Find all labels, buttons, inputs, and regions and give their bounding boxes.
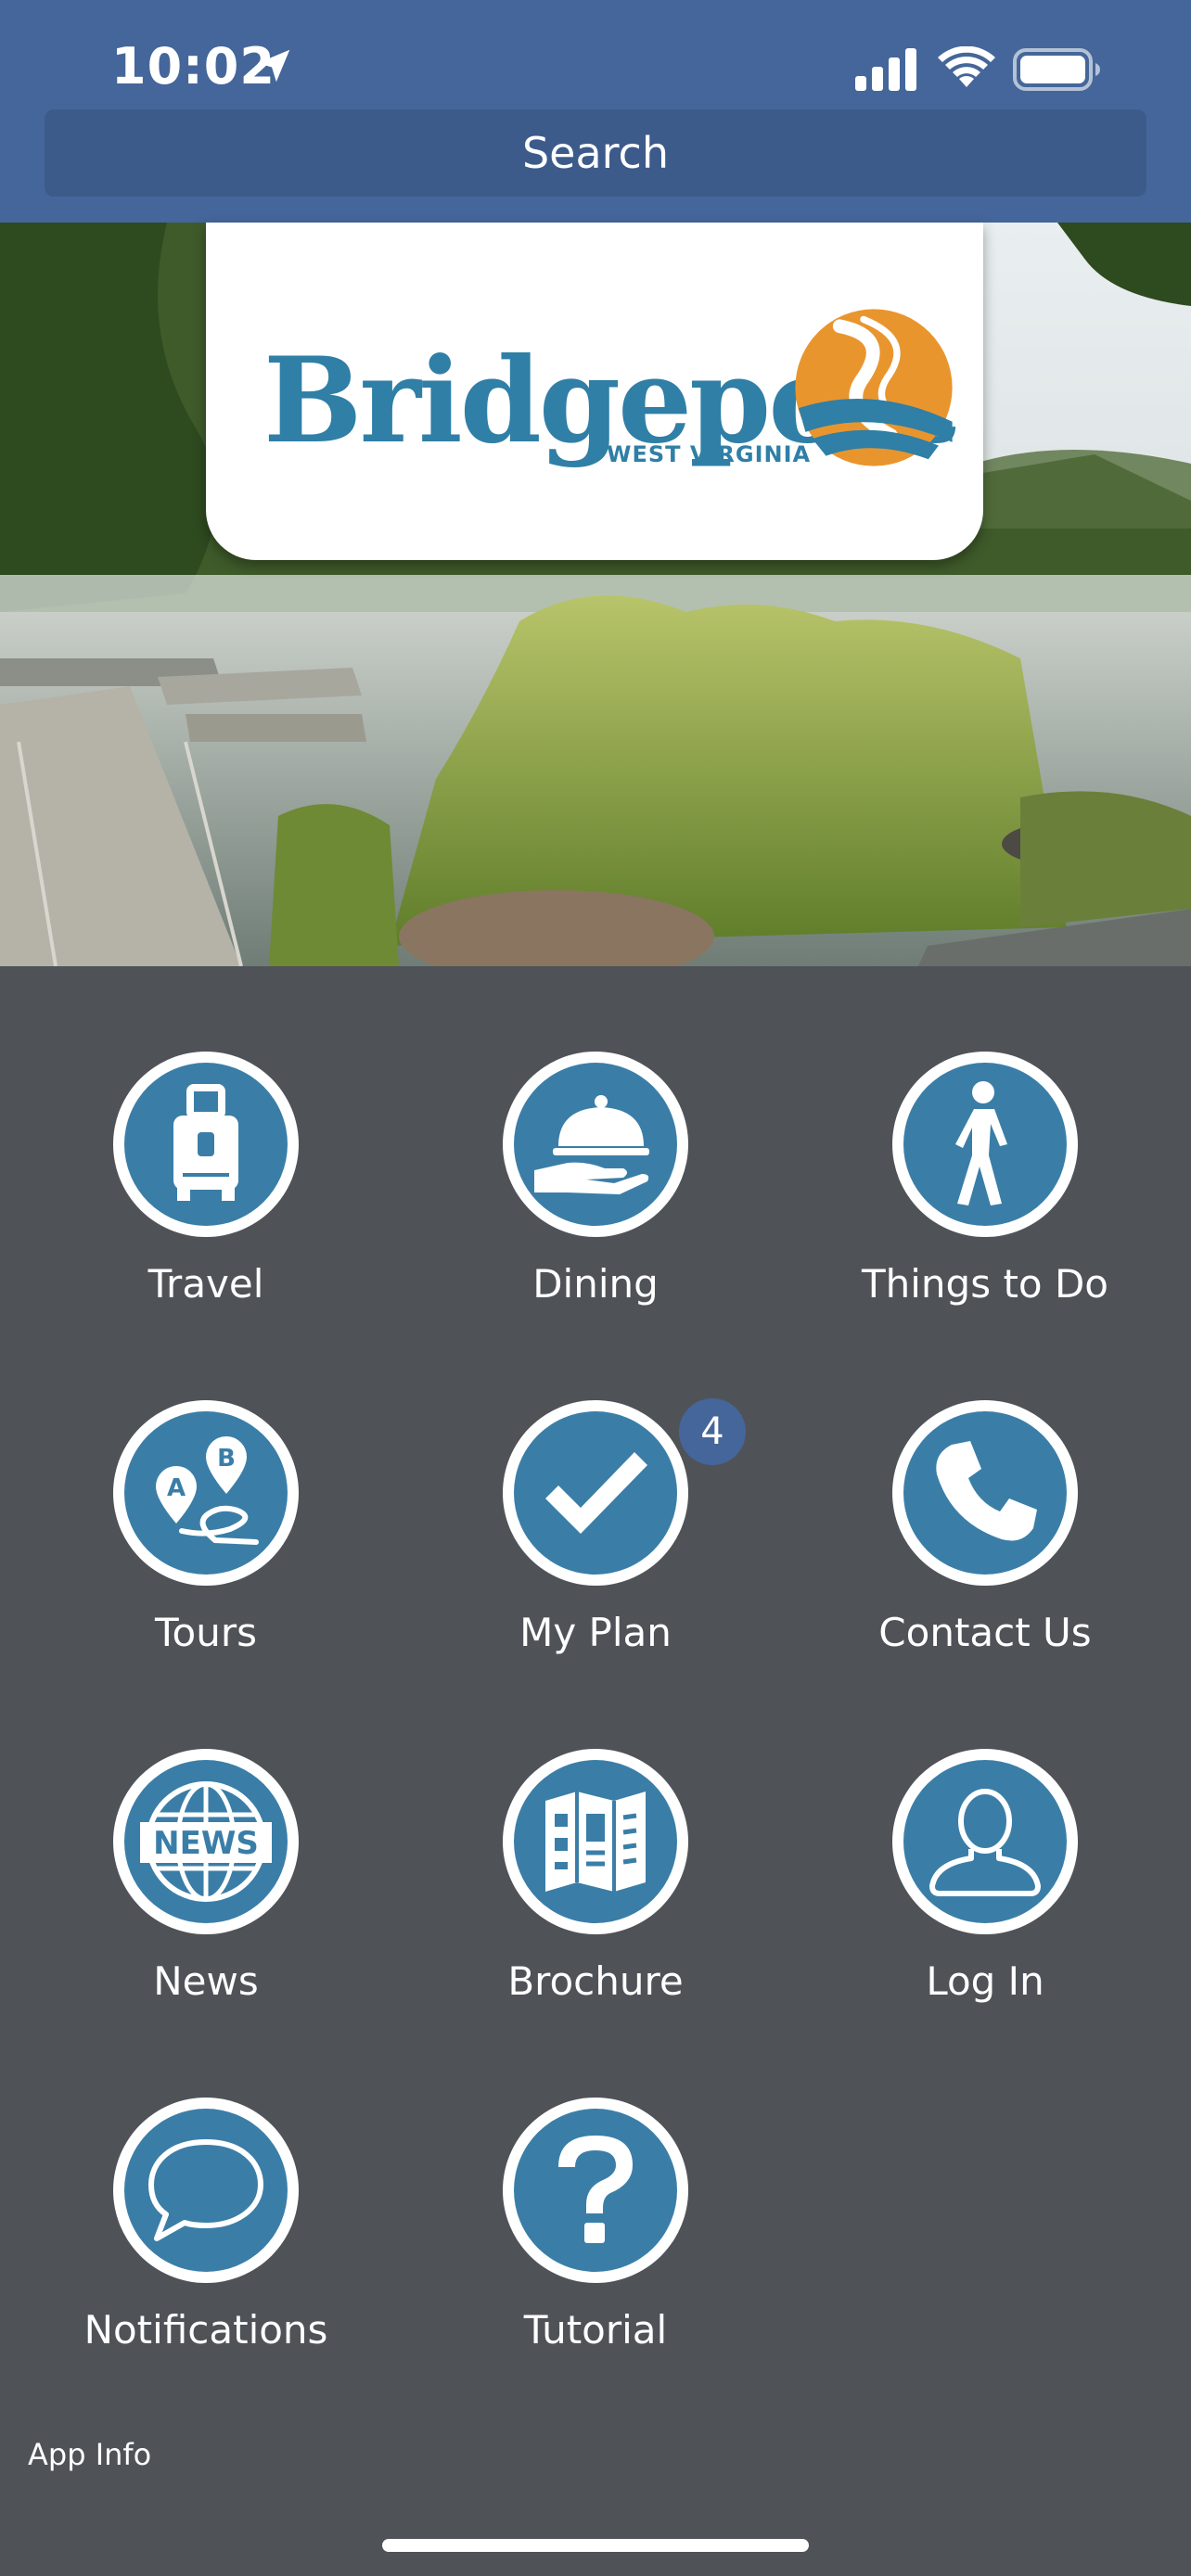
- battery-icon: [1013, 48, 1100, 91]
- menu-label-things-to-do: Things to Do: [861, 1261, 1108, 1307]
- logo-subtitle: WEST VIRGINIA: [607, 441, 812, 467]
- speech-bubble-icon: [148, 2139, 263, 2241]
- menu-item-notifications[interactable]: Notifications: [11, 2098, 401, 2394]
- search-bar[interactable]: Search: [45, 109, 1146, 197]
- menu-item-news[interactable]: NEWS News: [11, 1749, 401, 2046]
- news-globe-icon: NEWS: [140, 1781, 272, 1902]
- phone-icon: [936, 1441, 1037, 1541]
- checkmark-icon: [545, 1452, 647, 1534]
- menu-item-contact-us[interactable]: Contact Us: [790, 1400, 1180, 1697]
- menu-label-news: News: [153, 1958, 259, 2004]
- location-arrow-icon: [257, 49, 290, 83]
- menu-label-brochure: Brochure: [507, 1958, 684, 2004]
- cloche-icon: [534, 1095, 649, 1194]
- cellular-signal-icon: [855, 48, 916, 91]
- svg-text:NEWS: NEWS: [153, 1825, 259, 1862]
- bridgeport-logo-card: Bridgeport WEST VIRGINIA: [206, 223, 983, 560]
- menu-label-my-plan: My Plan: [519, 1610, 672, 1655]
- menu-item-things-to-do[interactable]: Things to Do: [790, 1052, 1180, 1348]
- walking-person-icon: [955, 1081, 1007, 1205]
- menu-label-log-in: Log In: [926, 1958, 1044, 2004]
- search-label: Search: [521, 128, 670, 178]
- top-bar: 10:02 Search: [0, 0, 1191, 223]
- bridgeport-road-emblem-icon: [795, 309, 953, 466]
- question-mark-icon: [558, 2136, 633, 2243]
- brochure-icon: [545, 1792, 646, 1892]
- menu-item-brochure[interactable]: Brochure: [401, 1749, 790, 2046]
- luggage-icon: [173, 1084, 238, 1201]
- menu-item-log-in[interactable]: Log In: [790, 1749, 1180, 2046]
- menu-item-tours[interactable]: B A Tours: [11, 1400, 401, 1697]
- menu-label-tutorial: Tutorial: [523, 2307, 668, 2353]
- svg-text:A: A: [167, 1474, 186, 1502]
- my-plan-count-badge: 4: [679, 1398, 746, 1465]
- svg-text:B: B: [217, 1445, 236, 1473]
- wifi-icon: [938, 46, 995, 87]
- menu-label-notifications: Notifications: [83, 2307, 328, 2353]
- route-pins-icon: B A: [156, 1436, 259, 1545]
- menu-label-dining: Dining: [532, 1261, 659, 1307]
- status-time: 10:02: [111, 37, 275, 96]
- menu-label-tours: Tours: [155, 1610, 257, 1655]
- menu-label-contact-us: Contact Us: [878, 1610, 1092, 1655]
- menu-label-travel: Travel: [147, 1261, 264, 1307]
- menu-item-travel[interactable]: Travel: [11, 1052, 401, 1348]
- menu-item-tutorial[interactable]: Tutorial: [401, 2098, 790, 2394]
- app-info-link[interactable]: App Info: [28, 2437, 151, 2472]
- home-indicator[interactable]: [382, 2539, 809, 2552]
- menu-item-dining[interactable]: Dining: [401, 1052, 790, 1348]
- user-icon: [929, 1789, 1041, 1896]
